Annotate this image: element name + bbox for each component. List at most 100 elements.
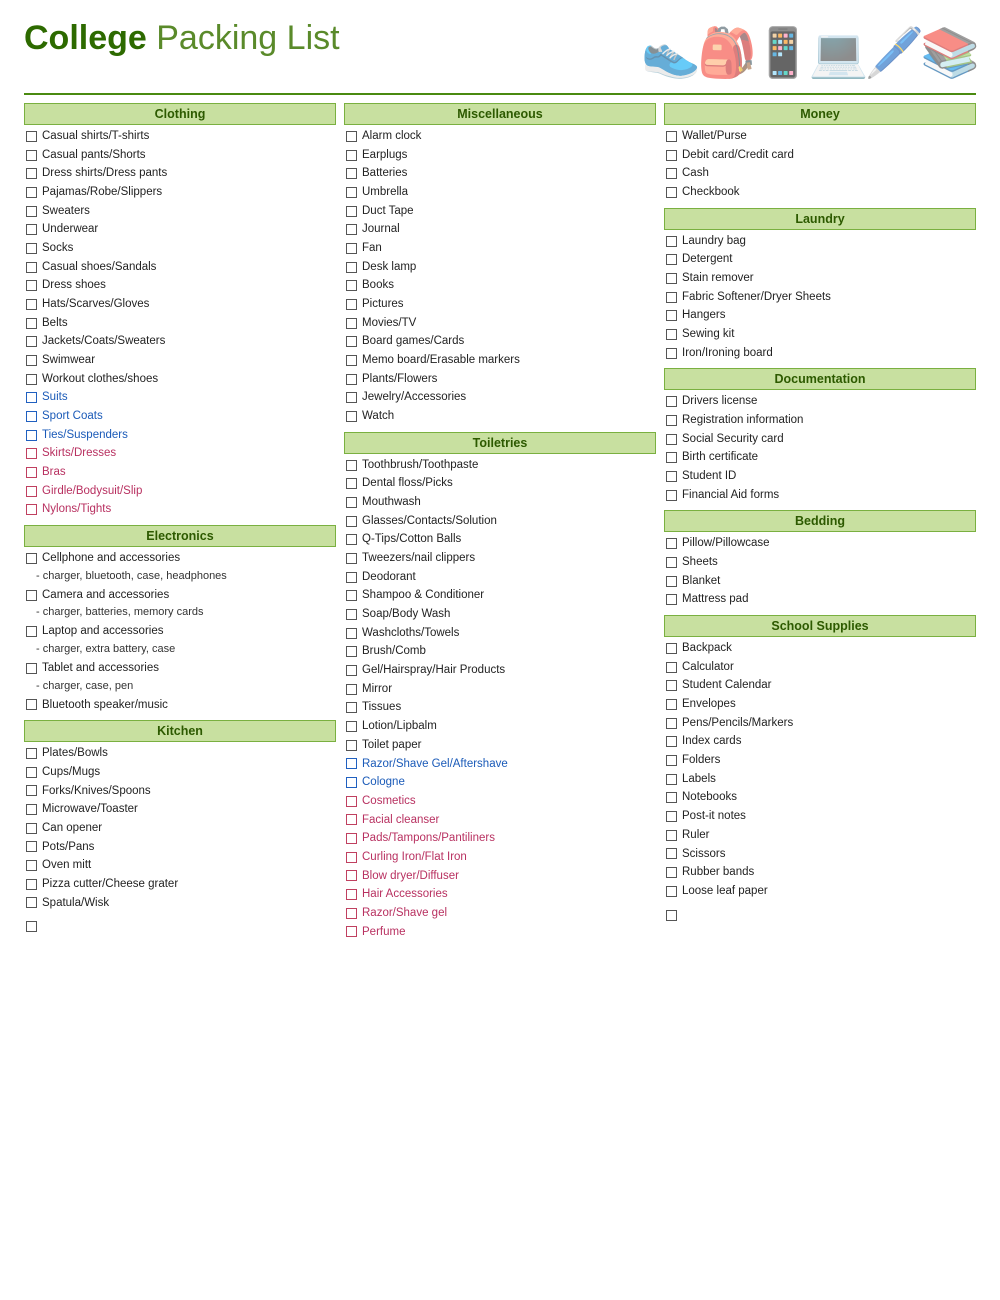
- checkbox[interactable]: [666, 830, 677, 841]
- checkbox[interactable]: [666, 236, 677, 247]
- checkbox[interactable]: [666, 396, 677, 407]
- checkbox[interactable]: [26, 243, 37, 254]
- checkbox[interactable]: [346, 243, 357, 254]
- checkbox[interactable]: [666, 736, 677, 747]
- checkbox[interactable]: [26, 168, 37, 179]
- checkbox[interactable]: [666, 886, 677, 897]
- checkbox[interactable]: [26, 374, 37, 385]
- checkbox[interactable]: [26, 841, 37, 852]
- checkbox[interactable]: [346, 336, 357, 347]
- checkbox[interactable]: [666, 848, 677, 859]
- checkbox[interactable]: [346, 796, 357, 807]
- checkbox[interactable]: [26, 748, 37, 759]
- checkbox[interactable]: [666, 576, 677, 587]
- checkbox[interactable]: [666, 168, 677, 179]
- checkbox[interactable]: [666, 557, 677, 568]
- checkbox[interactable]: [26, 262, 37, 273]
- checkbox[interactable]: [346, 590, 357, 601]
- checkbox[interactable]: [346, 318, 357, 329]
- checkbox[interactable]: [666, 680, 677, 691]
- checkbox[interactable]: [666, 434, 677, 445]
- checkbox[interactable]: [26, 299, 37, 310]
- checkbox[interactable]: [346, 889, 357, 900]
- checkbox[interactable]: [346, 516, 357, 527]
- checkbox[interactable]: [346, 721, 357, 732]
- checkbox[interactable]: [346, 665, 357, 676]
- checkbox[interactable]: [26, 206, 37, 217]
- checkbox[interactable]: [666, 774, 677, 785]
- checkbox[interactable]: [346, 908, 357, 919]
- checkbox[interactable]: [346, 374, 357, 385]
- checkbox[interactable]: [346, 534, 357, 545]
- checkbox[interactable]: [666, 452, 677, 463]
- checkbox[interactable]: [666, 131, 677, 142]
- checkbox[interactable]: [666, 471, 677, 482]
- checkbox[interactable]: [26, 785, 37, 796]
- checkbox[interactable]: [26, 823, 37, 834]
- checkbox[interactable]: [346, 833, 357, 844]
- checkbox[interactable]: [26, 392, 37, 403]
- checkbox[interactable]: [26, 590, 37, 601]
- checkbox[interactable]: [26, 187, 37, 198]
- checkbox[interactable]: [26, 626, 37, 637]
- checkbox[interactable]: [26, 553, 37, 564]
- checkbox[interactable]: [666, 811, 677, 822]
- checkbox[interactable]: [26, 336, 37, 347]
- checkbox[interactable]: [346, 814, 357, 825]
- trailing-checkbox[interactable]: [666, 910, 677, 921]
- checkbox[interactable]: [346, 758, 357, 769]
- checkbox[interactable]: [26, 411, 37, 422]
- checkbox[interactable]: [666, 643, 677, 654]
- checkbox[interactable]: [26, 430, 37, 441]
- checkbox[interactable]: [346, 926, 357, 937]
- checkbox[interactable]: [666, 867, 677, 878]
- checkbox[interactable]: [346, 262, 357, 273]
- checkbox[interactable]: [26, 131, 37, 142]
- checkbox[interactable]: [26, 150, 37, 161]
- checkbox[interactable]: [346, 497, 357, 508]
- checkbox[interactable]: [26, 767, 37, 778]
- checkbox[interactable]: [346, 131, 357, 142]
- checkbox[interactable]: [666, 150, 677, 161]
- checkbox[interactable]: [26, 699, 37, 710]
- checkbox[interactable]: [346, 646, 357, 657]
- checkbox[interactable]: [666, 699, 677, 710]
- trailing-checkbox[interactable]: [26, 921, 37, 932]
- checkbox[interactable]: [346, 150, 357, 161]
- checkbox[interactable]: [346, 280, 357, 291]
- checkbox[interactable]: [666, 594, 677, 605]
- checkbox[interactable]: [346, 411, 357, 422]
- checkbox[interactable]: [26, 448, 37, 459]
- checkbox[interactable]: [346, 206, 357, 217]
- checkbox[interactable]: [26, 879, 37, 890]
- checkbox[interactable]: [26, 467, 37, 478]
- checkbox[interactable]: [346, 460, 357, 471]
- checkbox[interactable]: [666, 415, 677, 426]
- checkbox[interactable]: [666, 254, 677, 265]
- checkbox[interactable]: [26, 224, 37, 235]
- checkbox[interactable]: [346, 684, 357, 695]
- checkbox[interactable]: [666, 662, 677, 673]
- checkbox[interactable]: [26, 804, 37, 815]
- checkbox[interactable]: [346, 852, 357, 863]
- checkbox[interactable]: [346, 572, 357, 583]
- checkbox[interactable]: [666, 310, 677, 321]
- checkbox[interactable]: [666, 292, 677, 303]
- checkbox[interactable]: [666, 792, 677, 803]
- checkbox[interactable]: [346, 609, 357, 620]
- checkbox[interactable]: [26, 860, 37, 871]
- checkbox[interactable]: [666, 187, 677, 198]
- checkbox[interactable]: [666, 538, 677, 549]
- checkbox[interactable]: [346, 870, 357, 881]
- checkbox[interactable]: [346, 777, 357, 788]
- checkbox[interactable]: [666, 755, 677, 766]
- checkbox[interactable]: [666, 273, 677, 284]
- checkbox[interactable]: [26, 280, 37, 291]
- checkbox[interactable]: [666, 348, 677, 359]
- checkbox[interactable]: [346, 740, 357, 751]
- checkbox[interactable]: [346, 628, 357, 639]
- checkbox[interactable]: [26, 504, 37, 515]
- checkbox[interactable]: [346, 168, 357, 179]
- checkbox[interactable]: [666, 718, 677, 729]
- checkbox[interactable]: [26, 897, 37, 908]
